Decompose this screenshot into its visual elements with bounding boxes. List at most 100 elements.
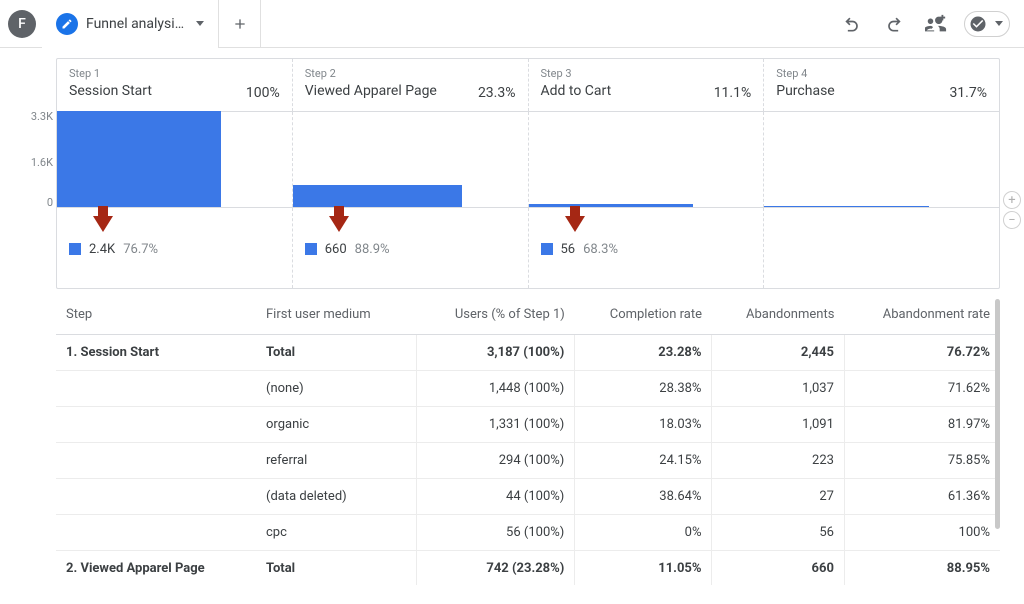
chart-column[interactable] [529, 112, 765, 207]
step-percent: 11.1% [714, 85, 752, 101]
step-header[interactable]: Step 4 Purchase 31.7% [764, 59, 999, 111]
avatar[interactable]: F [8, 10, 36, 38]
cell-step [56, 442, 256, 478]
cell-abandonment-rate: 76.72% [844, 334, 1000, 370]
pencil-icon [56, 13, 78, 35]
step-number: Step 3 [541, 67, 612, 82]
cell-abandonments: 27 [712, 478, 844, 514]
chart-column[interactable] [293, 112, 529, 207]
redo-button[interactable] [880, 10, 908, 38]
series-swatch [541, 243, 553, 255]
cell-users: 1,331 (100%) [416, 406, 575, 442]
cell-abandonment-rate: 61.36% [844, 478, 1000, 514]
chevron-down-icon[interactable] [196, 21, 204, 26]
cell-step [56, 514, 256, 550]
column-header[interactable]: First user medium [256, 295, 416, 335]
cell-abandonment-rate: 71.62% [844, 370, 1000, 406]
column-header[interactable]: Users (% of Step 1) [416, 295, 575, 335]
cell-abandonments: 1,091 [712, 406, 844, 442]
table-row[interactable]: organic 1,331 (100%) 18.03% 1,091 81.97% [56, 406, 1000, 442]
dropoff-metric[interactable]: 2.4K 76.7% [69, 242, 280, 257]
dropoff-percent: 76.7% [123, 242, 158, 257]
step-percent: 31.7% [949, 85, 987, 101]
step-percent: 100% [246, 85, 280, 101]
cell-step [56, 370, 256, 406]
bar [57, 111, 221, 207]
cell-abandonments: 660 [712, 550, 844, 585]
table-row[interactable]: (data deleted) 44 (100%) 38.64% 27 61.36… [56, 478, 1000, 514]
cell-users: 3,187 (100%) [416, 334, 575, 370]
step-header[interactable]: Step 1 Session Start 100% [57, 59, 293, 111]
table-row[interactable]: cpc 56 (100%) 0% 56 100% [56, 514, 1000, 550]
table-row[interactable]: 1. Session Start Total 3,187 (100%) 23.2… [56, 334, 1000, 370]
step-number: Step 4 [776, 67, 834, 82]
table-row[interactable]: referral 294 (100%) 24.15% 223 75.85% [56, 442, 1000, 478]
column-header[interactable]: Completion rate [575, 295, 712, 335]
cell-abandonment-rate: 100% [844, 514, 1000, 550]
step-number: Step 2 [305, 67, 437, 82]
zoom-out-button[interactable]: − [1003, 211, 1021, 229]
cell-abandonments: 223 [712, 442, 844, 478]
cell-completion: 23.28% [575, 334, 712, 370]
chart-column[interactable] [764, 112, 999, 207]
cell-abandonments: 1,037 [712, 370, 844, 406]
cell-users: 56 (100%) [416, 514, 575, 550]
bar [293, 185, 462, 207]
cell-step: 1. Session Start [56, 334, 256, 370]
step-number: Step 1 [69, 67, 152, 82]
table-row[interactable]: (none) 1,448 (100%) 28.38% 1,037 71.62% [56, 370, 1000, 406]
step-header[interactable]: Step 3 Add to Cart 11.1% [529, 59, 765, 111]
cell-completion: 11.05% [575, 550, 712, 585]
add-tab-button[interactable] [219, 0, 261, 48]
dropoff-count: 2.4K [89, 242, 115, 257]
cell-completion: 24.15% [575, 442, 712, 478]
cell-users: 742 (23.28%) [416, 550, 575, 585]
column-header[interactable]: Abandonment rate [844, 295, 1000, 335]
bar [764, 206, 928, 207]
chevron-down-icon [995, 21, 1003, 26]
funnel-visualization: Step 1 Session Start 100% Step 2 Viewed … [56, 58, 1000, 289]
cell-completion: 0% [575, 514, 712, 550]
cell-medium: organic [256, 406, 416, 442]
dropoff-count: 56 [561, 242, 576, 257]
cell-abandonment-rate: 81.97% [844, 406, 1000, 442]
zoom-controls: + − [1003, 191, 1021, 229]
column-header[interactable]: Step [56, 295, 256, 335]
cell-completion: 28.38% [575, 370, 712, 406]
cell-users: 294 (100%) [416, 442, 575, 478]
undo-button[interactable] [838, 10, 866, 38]
dropoff-column: 56 68.3% [529, 208, 765, 288]
step-percent: 23.3% [478, 85, 516, 101]
cell-step [56, 406, 256, 442]
step-title: Add to Cart [541, 82, 612, 101]
scrollbar[interactable] [995, 299, 1000, 529]
table-row[interactable]: 2. Viewed Apparel Page Total 742 (23.28%… [56, 550, 1000, 585]
cell-abandonment-rate: 75.85% [844, 442, 1000, 478]
cell-medium: (data deleted) [256, 478, 416, 514]
dropoff-metric[interactable]: 660 88.9% [305, 242, 516, 257]
share-button[interactable] [922, 10, 950, 38]
cell-medium: (none) [256, 370, 416, 406]
dropoff-column: 2.4K 76.7% [57, 208, 293, 288]
tab-funnel-analysis[interactable]: Funnel analysi… [42, 0, 219, 48]
cell-medium: referral [256, 442, 416, 478]
cell-abandonments: 2,445 [712, 334, 844, 370]
dropoff-metric[interactable]: 56 68.3% [541, 242, 752, 257]
dropoff-percent: 68.3% [583, 242, 618, 257]
bar [529, 204, 693, 207]
step-title: Purchase [776, 82, 834, 101]
check-circle-icon [969, 15, 987, 33]
tab-label: Funnel analysi… [86, 16, 184, 32]
cell-abandonments: 56 [712, 514, 844, 550]
dropoff-column: 660 88.9% [293, 208, 529, 288]
dropoff-arrow-icon [93, 216, 113, 232]
series-swatch [69, 243, 81, 255]
insights-menu-button[interactable] [964, 11, 1010, 37]
zoom-in-button[interactable]: + [1003, 191, 1021, 209]
step-header[interactable]: Step 2 Viewed Apparel Page 23.3% [293, 59, 529, 111]
chart-column[interactable] [57, 112, 293, 207]
column-header[interactable]: Abandonments [712, 295, 844, 335]
y-axis: 3.3K 1.6K 0 [13, 112, 53, 288]
cell-step: 2. Viewed Apparel Page [56, 550, 256, 585]
funnel-data-table: StepFirst user mediumUsers (% of Step 1)… [56, 295, 1000, 585]
